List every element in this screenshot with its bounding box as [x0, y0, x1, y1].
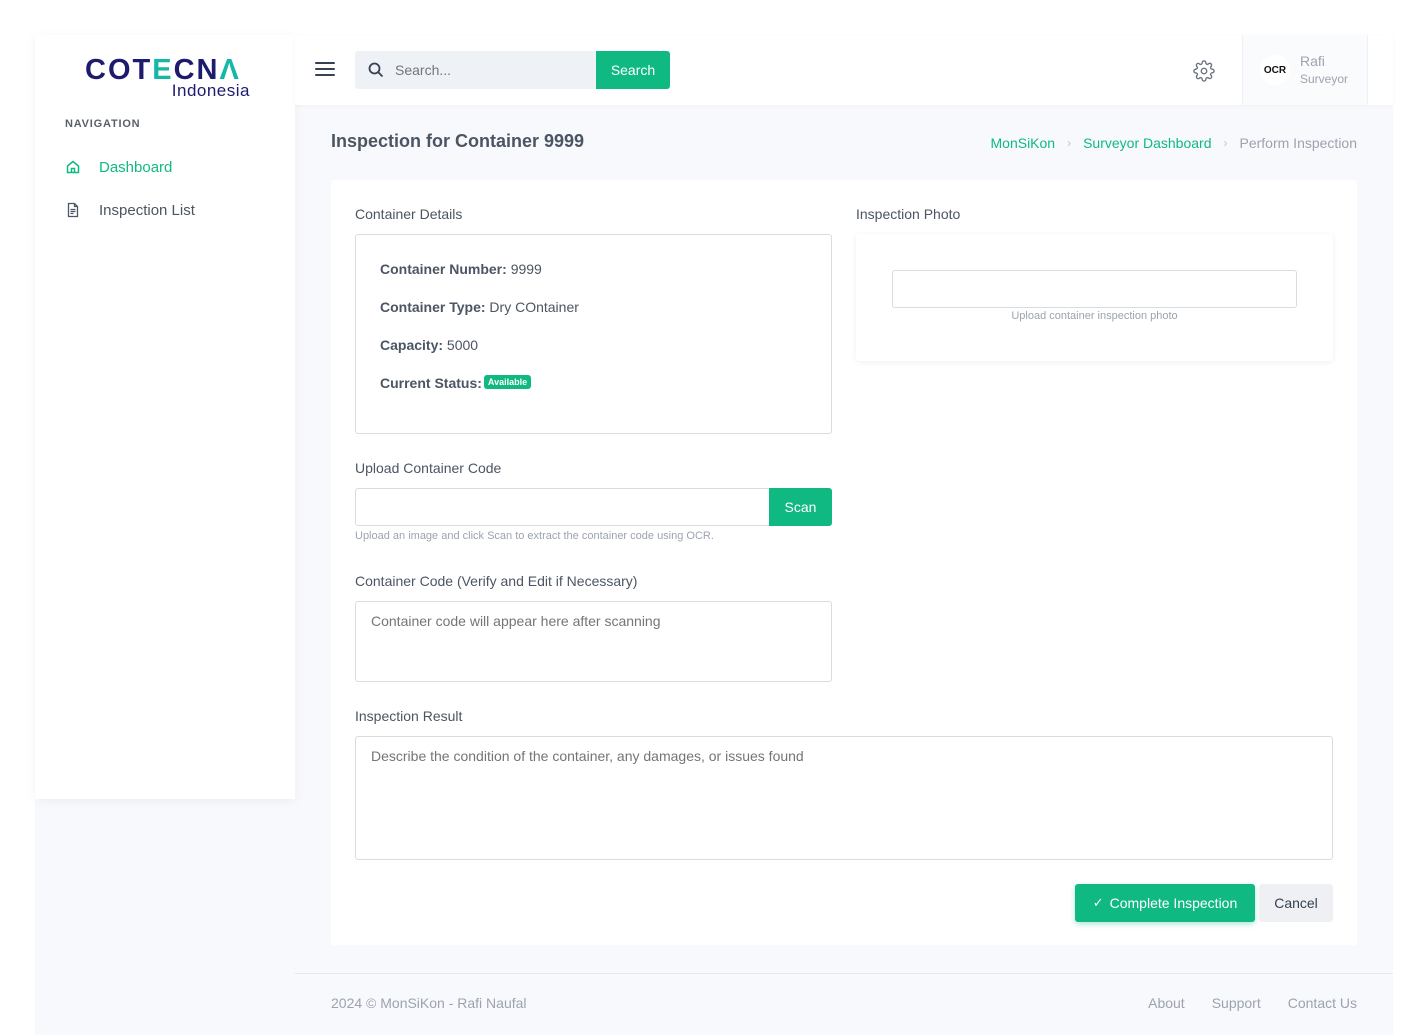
- search-input[interactable]: [395, 62, 585, 78]
- breadcrumb-current: Perform Inspection: [1239, 135, 1358, 151]
- complete-inspection-label: Complete Inspection: [1109, 895, 1238, 911]
- sidebar-item-inspection-list[interactable]: Inspection List: [65, 198, 195, 222]
- nav-heading: NAVIGATION: [65, 118, 141, 130]
- container-type-row: Container Type: Dry COntainer: [380, 299, 579, 315]
- footer-copyright: 2024 © MonSiKon - Rafi Naufal: [331, 995, 527, 1011]
- topbar: Search OCR Rafi Surveyor: [295, 35, 1393, 105]
- chevron-right-icon: ›: [1067, 136, 1072, 150]
- inspection-card: Container Details Container Number: 9999…: [331, 180, 1357, 945]
- container-type-label: Container Type:: [380, 299, 486, 315]
- user-name: Rafi: [1300, 53, 1325, 69]
- capacity-row: Capacity: 5000: [380, 337, 478, 353]
- photo-file-input[interactable]: [892, 270, 1297, 308]
- sidebar-item-label: Inspection List: [99, 201, 195, 219]
- photo-help-text: Upload container inspection photo: [1011, 310, 1178, 322]
- user-role: Surveyor: [1300, 72, 1349, 86]
- document-icon: [65, 202, 81, 218]
- status-label: Current Status:: [380, 375, 482, 391]
- footer-link-about[interactable]: About: [1148, 995, 1185, 1011]
- sidebar-item-dashboard[interactable]: Dashboard: [65, 155, 172, 179]
- breadcrumb-surveyor-dashboard[interactable]: Surveyor Dashboard: [1083, 135, 1211, 151]
- breadcrumb: MonSiKon › Surveyor Dashboard › Perform …: [991, 135, 1358, 151]
- menu-toggle-icon[interactable]: [315, 62, 335, 78]
- user-menu[interactable]: OCR Rafi Surveyor: [1242, 35, 1368, 105]
- search-button[interactable]: Search: [596, 51, 670, 89]
- search-box: [355, 51, 596, 89]
- footer-links: About Support Contact Us: [1148, 995, 1357, 1011]
- inspection-result-label: Inspection Result: [355, 708, 463, 724]
- scan-help-text: Upload an image and click Scan to extrac…: [355, 530, 714, 542]
- code-file-input[interactable]: [355, 488, 770, 526]
- cancel-button[interactable]: Cancel: [1259, 884, 1333, 922]
- container-details-box: Container Number: 9999 Container Type: D…: [355, 234, 832, 434]
- breadcrumb-monsikon[interactable]: MonSiKon: [991, 135, 1056, 151]
- sidebar: COTECNΛ Indonesia NAVIGATION Dashboard I…: [35, 35, 295, 799]
- inspection-photo-panel: [856, 234, 1333, 361]
- avatar: OCR: [1260, 55, 1290, 85]
- chevron-right-icon: ›: [1223, 136, 1228, 150]
- home-icon: [65, 159, 81, 175]
- container-type-value: Dry COntainer: [489, 299, 579, 315]
- container-code-textarea[interactable]: [355, 601, 832, 682]
- cotecna-logo[interactable]: COTECNΛ Indonesia: [85, 55, 250, 105]
- status-badge: Available: [483, 375, 532, 389]
- upload-code-label: Upload Container Code: [355, 460, 502, 476]
- logo-subtitle: Indonesia: [171, 81, 250, 100]
- gear-icon[interactable]: [1193, 60, 1215, 82]
- search-icon: [367, 61, 385, 79]
- footer-link-contact[interactable]: Contact Us: [1288, 995, 1357, 1011]
- container-code-label: Container Code (Verify and Edit if Neces…: [355, 573, 638, 589]
- check-icon: ✓: [1092, 895, 1104, 910]
- container-number-value: 9999: [510, 261, 542, 277]
- capacity-label: Capacity:: [380, 337, 444, 353]
- footer-divider: [295, 973, 1393, 974]
- container-number-row: Container Number: 9999: [380, 261, 542, 277]
- complete-inspection-button[interactable]: ✓ Complete Inspection: [1075, 884, 1255, 922]
- capacity-value: 5000: [446, 337, 479, 353]
- container-number-label: Container Number:: [380, 261, 507, 277]
- status-row: Current Status: Available: [380, 375, 532, 391]
- inspection-photo-label: Inspection Photo: [856, 206, 961, 222]
- footer-link-support[interactable]: Support: [1212, 995, 1261, 1011]
- container-details-label: Container Details: [355, 206, 463, 222]
- inspection-result-textarea[interactable]: [355, 736, 1333, 860]
- page-title: Inspection for Container 9999: [331, 131, 585, 151]
- scan-button[interactable]: Scan: [769, 488, 832, 526]
- sidebar-item-label: Dashboard: [99, 158, 173, 176]
